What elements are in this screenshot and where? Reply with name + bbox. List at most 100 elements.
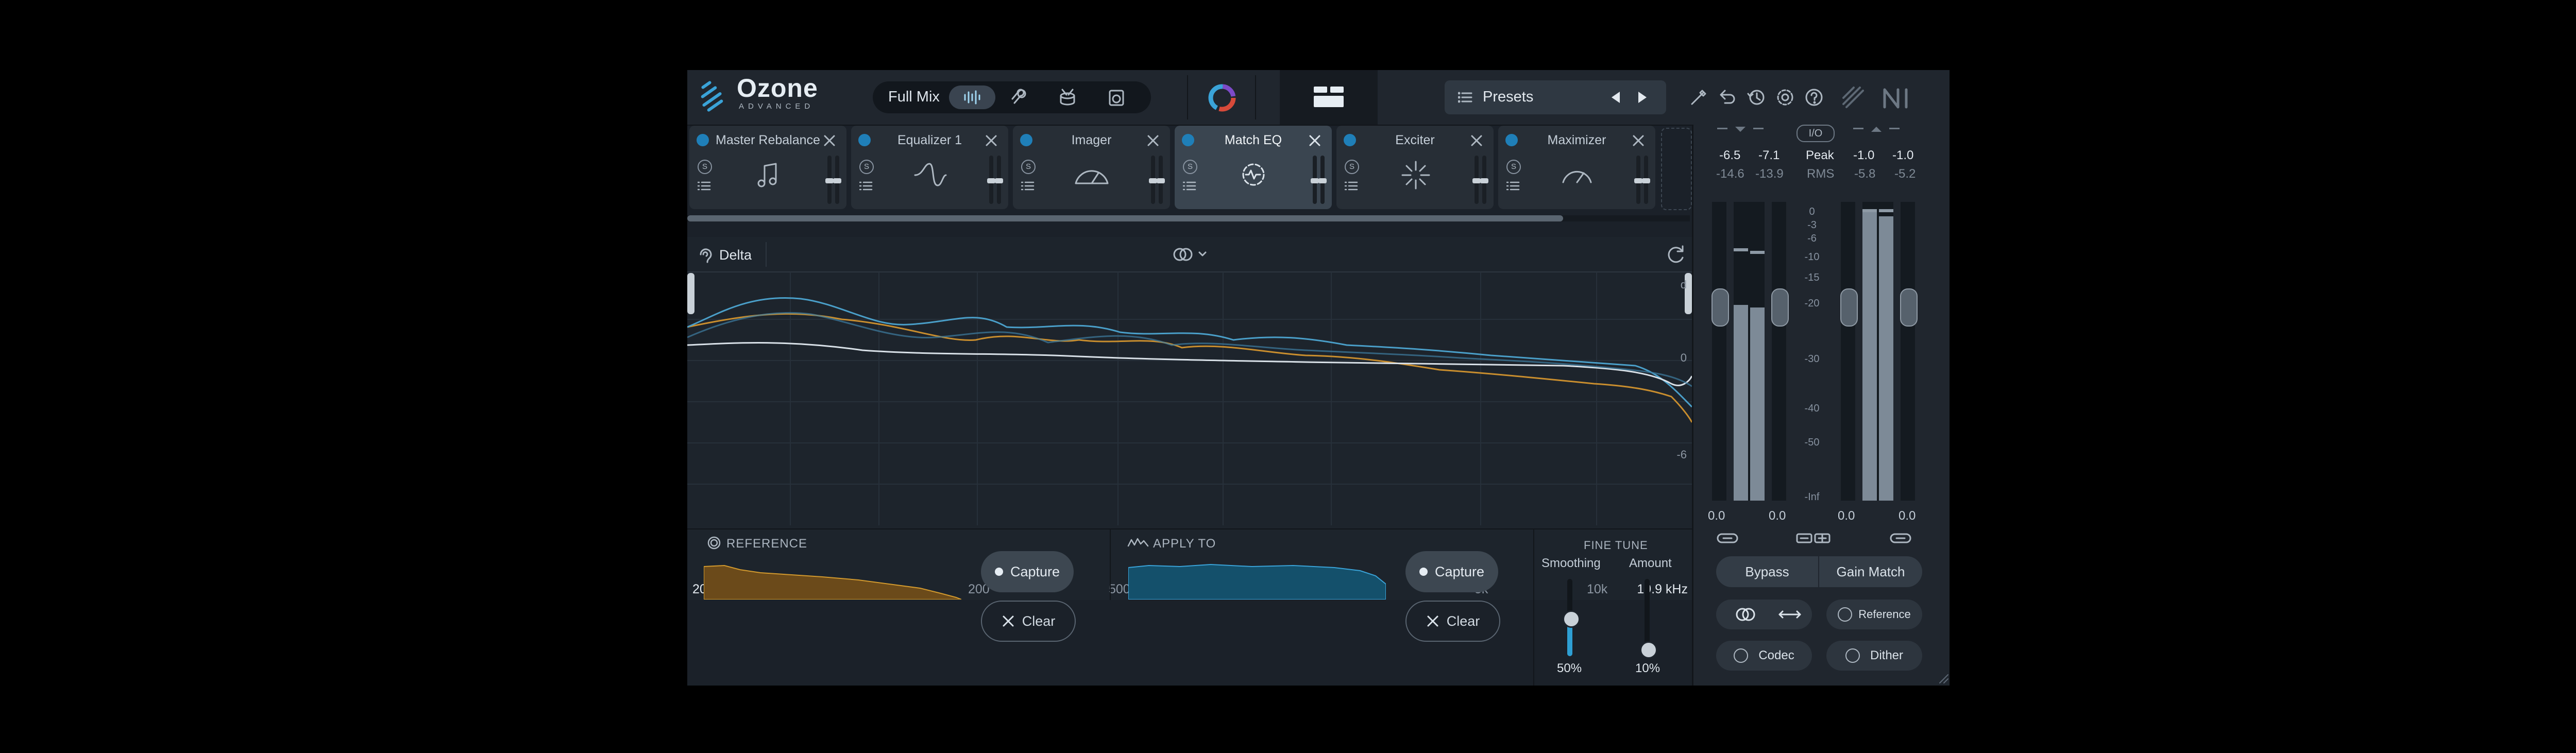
close-icon[interactable] (985, 134, 998, 147)
power-icon[interactable] (1020, 134, 1032, 146)
next-preset-icon[interactable] (1635, 90, 1651, 105)
output-trim-slider-track[interactable] (1841, 202, 1855, 501)
apply-to-spectrum-thumbnail (1128, 563, 1386, 600)
pen-icon[interactable] (1689, 88, 1708, 107)
power-icon[interactable] (1344, 134, 1356, 146)
waveform-small-icon (1127, 538, 1149, 547)
module-master-rebalance[interactable]: Master Rebalance S (689, 126, 846, 209)
close-icon[interactable] (1308, 134, 1321, 147)
apply-to-capture-button[interactable]: Capture (1405, 551, 1498, 592)
microphone-icon (1011, 89, 1026, 104)
codec-button[interactable]: Codec (1716, 641, 1812, 671)
smoothing-slider[interactable] (1563, 579, 1580, 656)
module-view-button[interactable] (1280, 70, 1378, 125)
amount-knob[interactable] (1640, 641, 1657, 659)
module-imager[interactable]: Imager S (1013, 126, 1170, 209)
power-icon[interactable] (858, 134, 871, 146)
exciter-icon (1401, 161, 1430, 190)
close-icon[interactable] (1470, 134, 1483, 147)
close-icon (1003, 615, 1014, 627)
loop-icon[interactable] (1664, 243, 1687, 266)
input-gain-handle[interactable] (1771, 288, 1789, 327)
output-link-icon[interactable] (1889, 532, 1912, 545)
gain-match-button[interactable]: Gain Match (1819, 556, 1922, 587)
db-tick: d (1680, 278, 1687, 291)
input-dropdown-icon[interactable] (1712, 125, 1774, 140)
settings-gear-icon[interactable] (1775, 88, 1795, 107)
mode-full-mix[interactable]: Full Mix (888, 89, 940, 106)
list-icon[interactable] (859, 180, 873, 192)
output-gain-handle[interactable] (1900, 288, 1918, 327)
solo-button[interactable]: S (1345, 160, 1359, 174)
fader[interactable] (995, 156, 1003, 204)
power-icon[interactable] (1505, 134, 1518, 146)
close-icon[interactable] (823, 134, 836, 147)
stereo-mode-icon[interactable] (1172, 245, 1213, 264)
apply-to-clear-button[interactable]: Clear (1405, 601, 1500, 642)
solo-button[interactable]: S (1183, 160, 1197, 174)
history-icon[interactable] (1747, 88, 1766, 107)
bypass-button[interactable]: Bypass (1716, 556, 1818, 587)
power-icon[interactable] (1182, 134, 1194, 146)
fader[interactable] (1634, 156, 1642, 204)
vocal-mode-button[interactable] (1009, 89, 1028, 110)
reference-button[interactable]: Reference (1826, 600, 1922, 629)
close-icon[interactable] (1146, 134, 1160, 147)
fader[interactable] (987, 156, 995, 204)
close-icon[interactable] (1632, 134, 1645, 147)
module-label: Master Rebalance (716, 133, 820, 147)
fader[interactable] (1149, 156, 1157, 204)
fader[interactable] (1642, 156, 1650, 204)
module-equalizer-1[interactable]: Equalizer 1 S (851, 126, 1008, 209)
list-icon[interactable] (1345, 180, 1358, 192)
output-dropdown-icon[interactable] (1848, 125, 1910, 140)
reference-clear-button[interactable]: Clear (981, 601, 1076, 642)
waveform-mode-button[interactable] (949, 85, 995, 109)
help-icon[interactable] (1804, 88, 1824, 107)
fader[interactable] (833, 156, 841, 204)
list-icon[interactable] (1506, 180, 1520, 192)
input-trim-slider-track[interactable] (1712, 202, 1726, 501)
fader[interactable] (1311, 156, 1319, 204)
gain-link-icon[interactable] (1795, 532, 1832, 545)
assistant-icon[interactable] (1207, 82, 1238, 113)
solo-button[interactable]: S (1506, 160, 1521, 174)
list-icon[interactable] (1021, 180, 1035, 192)
solo-button[interactable]: S (859, 160, 874, 174)
solo-button[interactable]: S (1021, 160, 1036, 174)
previous-preset-icon[interactable] (1607, 90, 1623, 105)
module-exciter[interactable]: Exciter S (1336, 126, 1494, 209)
resize-grip-icon[interactable] (1938, 673, 1949, 684)
amount-slider[interactable] (1640, 579, 1657, 659)
module-maximizer[interactable]: Maximizer S (1498, 126, 1655, 209)
input-link-icon[interactable] (1716, 532, 1739, 545)
fader[interactable] (825, 156, 834, 204)
fader[interactable] (1157, 156, 1165, 204)
empty-module-slot[interactable] (1661, 128, 1692, 210)
solo-button[interactable]: S (698, 160, 712, 174)
io-toggle[interactable]: I/O (1797, 125, 1835, 142)
power-icon[interactable] (697, 134, 709, 146)
fader[interactable] (1318, 156, 1327, 204)
input-gain-slider-track[interactable] (1772, 202, 1786, 501)
delta-button[interactable]: Delta (719, 247, 752, 263)
drums-mode-button[interactable] (1058, 89, 1077, 110)
presets-label[interactable]: Presets (1483, 89, 1533, 106)
reference-capture-button[interactable]: Capture (981, 551, 1074, 592)
output-trim-handle[interactable] (1840, 288, 1858, 327)
instruments-mode-button[interactable] (1107, 89, 1126, 110)
input-trim-handle[interactable] (1711, 288, 1729, 327)
module-scrollbar[interactable] (687, 215, 1563, 221)
stereo-swap-icon[interactable] (1723, 604, 1805, 625)
list-icon[interactable] (1183, 180, 1196, 192)
output-gain-slider-track[interactable] (1901, 202, 1915, 501)
smoothing-knob[interactable] (1563, 610, 1580, 628)
undo-icon[interactable] (1718, 88, 1737, 107)
left-range-handle[interactable] (687, 273, 694, 314)
fader[interactable] (1480, 156, 1488, 204)
list-icon[interactable] (698, 180, 711, 192)
module-match-eq[interactable]: Match EQ S (1175, 126, 1332, 209)
dither-button[interactable]: Dither (1826, 641, 1922, 671)
output-trim-value: 0.0 (1838, 509, 1855, 523)
fader[interactable] (1472, 156, 1481, 204)
